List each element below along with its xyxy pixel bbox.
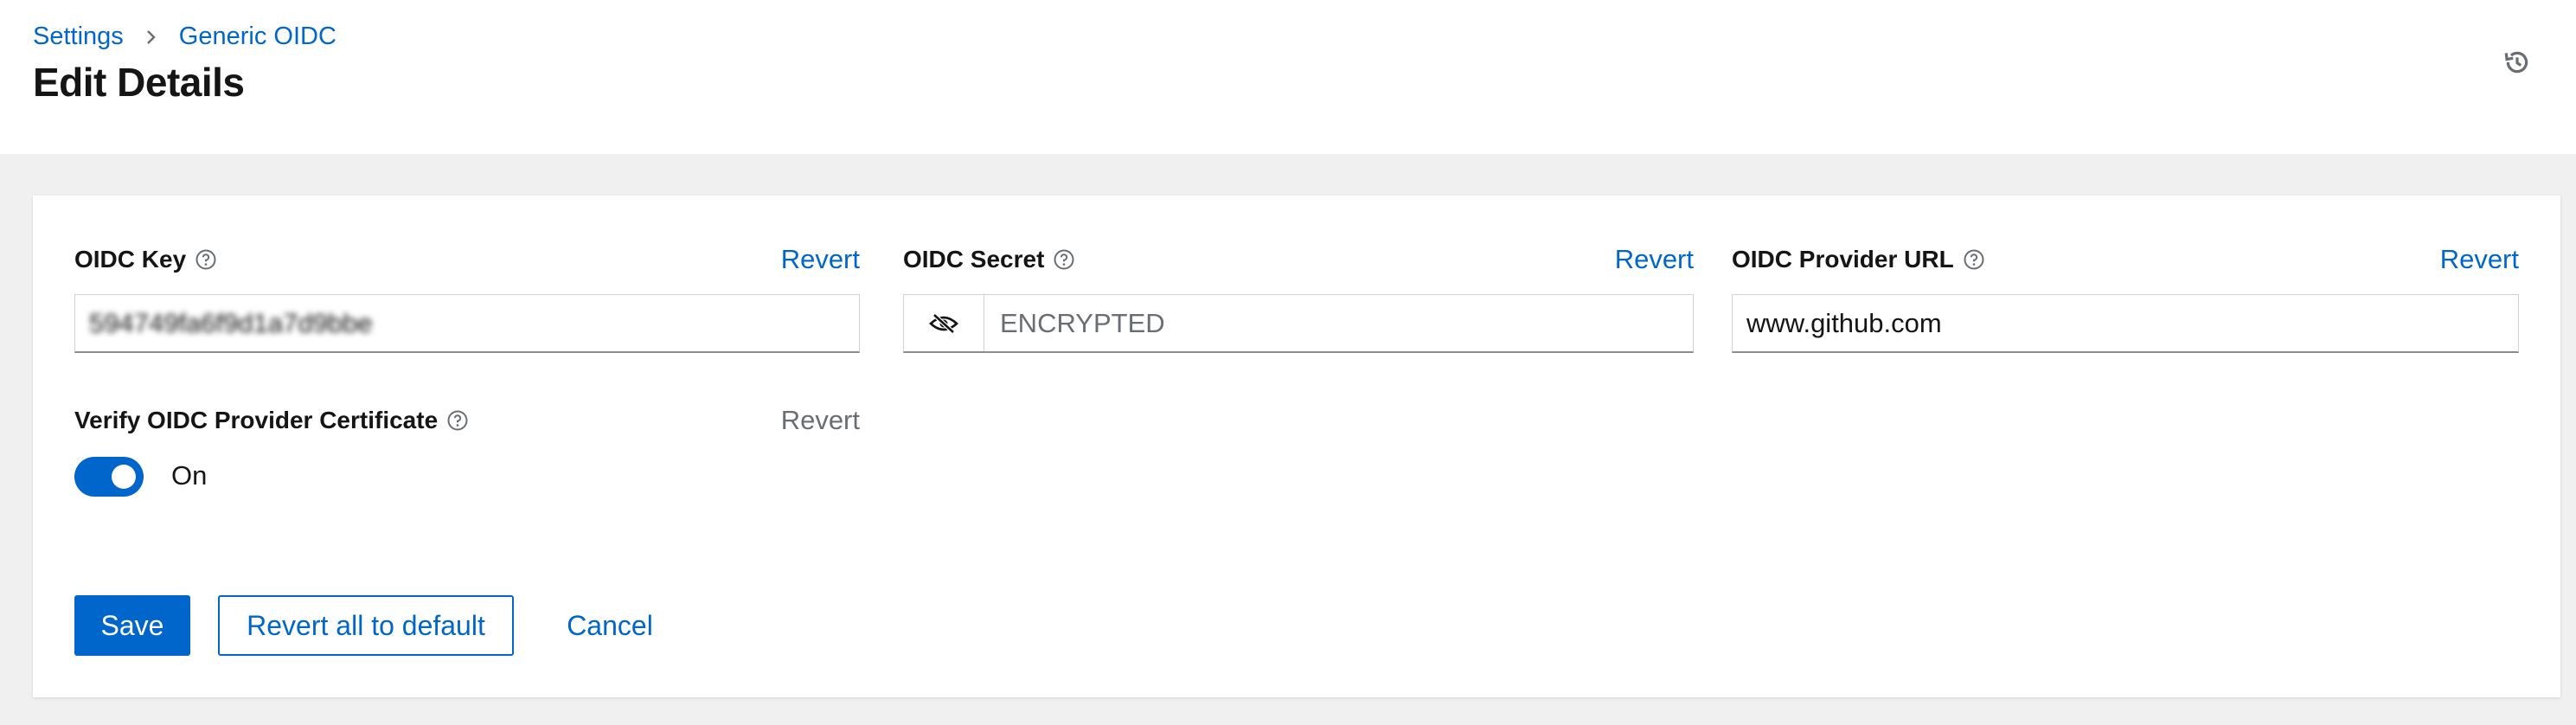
oidc-key-revert-link[interactable]: Revert [781,244,860,275]
verify-cert-toggle-state: On [171,460,208,491]
breadcrumb-generic-oidc[interactable]: Generic OIDC [179,22,336,51]
oidc-key-label-row: OIDC Key Revert [74,242,860,277]
verify-cert-label: Verify OIDC Provider Certificate [74,407,439,433]
save-button[interactable]: Save [74,595,190,656]
cancel-button[interactable]: Cancel [554,595,666,656]
oidc-provider-url-revert-link[interactable]: Revert [2440,244,2519,275]
verify-cert-revert-link[interactable]: Revert [781,405,860,436]
verify-cert-label-group: Verify OIDC Provider Certificate [74,407,469,434]
oidc-provider-url-input[interactable]: www.github.com [1732,294,2519,353]
oidc-provider-url-value: www.github.com [1746,307,1942,338]
oidc-key-label: OIDC Key [74,246,187,273]
help-circle-icon[interactable] [1053,248,1075,271]
page-title: Edit Details [33,60,245,105]
oidc-secret-label: OIDC Secret [903,246,1045,273]
oidc-secret-input[interactable]: ENCRYPTED [903,294,1694,353]
oidc-key-value: 594749fa6f9d1a7d9bbe [89,307,373,338]
oidc-secret-revert-link[interactable]: Revert [1615,244,1694,275]
revert-all-button[interactable]: Revert all to default [218,595,514,656]
help-circle-icon[interactable] [1963,248,1985,271]
oidc-provider-url-label-group: OIDC Provider URL [1732,246,1985,273]
eye-slash-icon[interactable] [904,295,984,351]
breadcrumb-settings[interactable]: Settings [33,22,124,51]
oidc-secret-label-row: OIDC Secret Revert [903,242,1694,277]
oidc-key-input[interactable]: 594749fa6f9d1a7d9bbe [74,294,860,353]
verify-cert-label-row: Verify OIDC Provider Certificate Revert [74,403,860,438]
page-header: Settings Generic OIDC Edit Details [0,0,2576,154]
chevron-right-icon [134,29,169,46]
history-icon[interactable] [2500,45,2534,80]
help-circle-icon[interactable] [195,248,217,271]
oidc-provider-url-label-row: OIDC Provider URL Revert [1732,242,2519,277]
toggle-knob [112,465,136,489]
verify-cert-toggle[interactable] [74,457,144,497]
breadcrumb: Settings Generic OIDC [33,22,336,51]
oidc-provider-url-label: OIDC Provider URL [1732,246,1954,273]
oidc-secret-placeholder: ENCRYPTED [1000,307,1165,338]
help-circle-icon[interactable] [446,409,469,432]
oidc-key-label-group: OIDC Key [74,246,217,273]
oidc-secret-label-group: OIDC Secret [903,246,1075,273]
